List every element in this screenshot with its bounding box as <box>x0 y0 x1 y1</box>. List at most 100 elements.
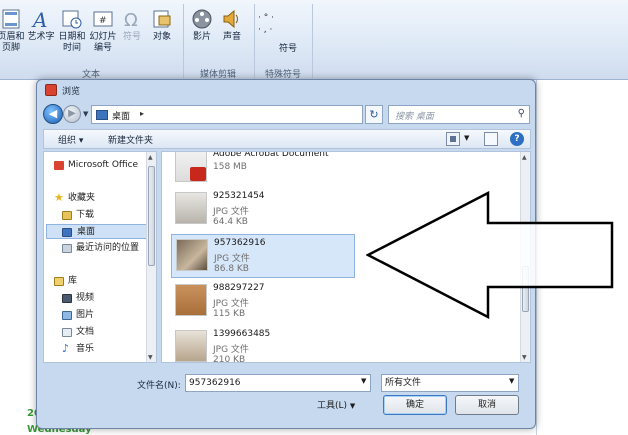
file-name: 957362916 <box>214 238 266 248</box>
object-label: 对象 <box>152 32 171 42</box>
tools-menu[interactable]: 工具(L) ▼ <box>317 398 355 411</box>
svg-text:Ω: Ω <box>124 10 138 30</box>
image-thumbnail <box>176 239 208 271</box>
sound-button[interactable]: 声音 <box>218 8 246 43</box>
file-type-select[interactable]: 所有文件 <box>381 374 519 392</box>
group-separator <box>183 4 184 78</box>
omega-icon: Ω <box>124 10 138 30</box>
nav-item-label: 下载 <box>76 210 95 220</box>
back-arrow-icon[interactable]: ◀ <box>43 104 63 124</box>
header-footer-button[interactable]: 页眉和 页脚 <box>0 8 26 54</box>
nav-item-pictures[interactable]: 图片 <box>44 308 148 323</box>
nav-item-label: Microsoft Office <box>68 160 139 170</box>
header-footer-label: 页眉和 页脚 <box>0 32 25 53</box>
search-placeholder[interactable]: 搜索 桌面 <box>395 109 434 122</box>
file-item-925321454[interactable]: 925321454 JPG 文件 64.4 KB <box>171 188 355 232</box>
nav-item-music[interactable]: ♪ 音乐 <box>44 342 148 357</box>
symbol-button[interactable]: Ω 符号 <box>119 8 145 43</box>
new-folder-button[interactable]: 新建文件夹 <box>108 133 153 146</box>
powerpoint-icon <box>45 84 57 96</box>
ribbon: 页眉和 页脚 A 艺术字 日期和 时间 # 幻灯片 编号 Ω 符号 对象 文本 … <box>0 0 628 80</box>
scroll-down-icon[interactable]: ▼ <box>148 354 153 361</box>
object-button[interactable]: 对象 <box>148 8 176 43</box>
office-icon <box>54 161 64 170</box>
nav-item-desktop[interactable]: 桌面 <box>46 224 150 239</box>
nav-scrollbar[interactable]: ▲ ▼ <box>146 152 156 362</box>
nav-item-microsoft-office[interactable]: Microsoft Office <box>44 158 148 173</box>
filename-dropdown-icon[interactable]: ▼ <box>361 377 366 385</box>
file-type: JPG 文件 <box>213 345 249 355</box>
symbol-dots: · ° · · , · <box>258 13 274 35</box>
file-item-adobe-document[interactable]: Adobe Acrobat Document 158 MB <box>171 151 355 190</box>
music-library-icon: ♪ <box>62 342 70 355</box>
dialog-titlebar[interactable]: 浏览 <box>37 80 535 100</box>
file-name: 1399663485 <box>213 329 271 339</box>
preview-pane-icon[interactable] <box>484 132 498 146</box>
nav-item-downloads[interactable]: 下载 <box>44 208 148 223</box>
file-item-1399663485[interactable]: 1399663485 JPG 文件 210 KB <box>171 326 355 363</box>
filename-input[interactable]: 957362916 <box>185 374 371 392</box>
file-size: 210 KB <box>213 355 246 363</box>
nav-item-favorites[interactable]: ★ 收藏夹 <box>44 191 148 206</box>
slide-number-button[interactable]: # 幻灯片 编号 <box>88 8 118 54</box>
cancel-button[interactable]: 取消 <box>455 395 519 415</box>
date-time-button[interactable]: 日期和 时间 <box>57 8 87 54</box>
special-symbol-label: 符号 <box>278 44 297 54</box>
file-size: 115 KB <box>213 309 246 319</box>
nav-scrollbar-thumb[interactable] <box>148 166 155 266</box>
file-item-957362916[interactable]: 957362916 JPG 文件 86.8 KB <box>171 234 355 278</box>
special-symbol-button[interactable]: 符号 <box>270 44 306 55</box>
file-size: 86.8 KB <box>214 264 249 274</box>
scroll-up-icon[interactable]: ▲ <box>522 154 527 161</box>
header-footer-icon <box>2 9 20 29</box>
nav-item-recent-places[interactable]: 最近访问的位置 <box>44 241 148 256</box>
address-location[interactable]: 桌面 <box>112 109 130 122</box>
nav-item-label: 收藏夹 <box>68 193 96 203</box>
wordart-button[interactable]: A 艺术字 <box>26 8 56 43</box>
help-icon[interactable]: ? <box>510 132 524 146</box>
file-type-dropdown-icon[interactable]: ▼ <box>509 377 514 385</box>
file-type: JPG 文件 <box>214 254 250 264</box>
movie-button[interactable]: 影片 <box>188 8 216 43</box>
file-name: 988297227 <box>213 283 265 293</box>
tools-dropdown-icon: ▼ <box>349 402 356 410</box>
address-bar[interactable]: 桌面 ▸ ▼ <box>91 105 408 124</box>
filename-label: 文件名(N): <box>137 381 181 391</box>
object-icon <box>153 10 171 28</box>
navigation-pane: Microsoft Office ★ 收藏夹 下载 桌面 最近访问的位置 库 视… <box>43 151 157 363</box>
slide-number-label: 幻灯片 编号 <box>89 32 117 53</box>
search-box[interactable]: 搜索 桌面 ⚲ <box>388 105 530 124</box>
file-item-988297227[interactable]: 988297227 JPG 文件 115 KB <box>171 280 355 324</box>
organize-button[interactable]: 组织 ▾ <box>58 133 83 146</box>
group-separator <box>312 4 313 78</box>
recent-places-icon <box>62 244 72 253</box>
view-options-icon[interactable] <box>446 132 460 146</box>
nav-item-label: 视频 <box>76 293 95 303</box>
nav-item-videos[interactable]: 视频 <box>44 291 148 306</box>
date-time-label: 日期和 时间 <box>58 32 86 53</box>
breadcrumb-chevron-icon[interactable]: ▸ <box>140 109 144 118</box>
scroll-up-icon[interactable]: ▲ <box>148 154 153 161</box>
scroll-down-icon[interactable]: ▼ <box>522 354 527 361</box>
film-reel-icon <box>192 9 212 29</box>
file-type: JPG 文件 <box>213 207 249 217</box>
nav-item-libraries[interactable]: 库 <box>44 274 148 289</box>
annotation-arrow-icon <box>366 191 614 319</box>
nav-item-label: 音乐 <box>76 344 95 354</box>
sound-label: 声音 <box>222 32 241 42</box>
file-size: 64.4 KB <box>213 217 248 227</box>
history-dropdown-icon[interactable]: ▼ <box>83 110 88 118</box>
nav-item-label: 桌面 <box>77 227 96 237</box>
movie-label: 影片 <box>192 32 211 42</box>
search-icon[interactable]: ⚲ <box>518 108 525 119</box>
file-size: 158 MB <box>213 162 247 172</box>
star-icon: ★ <box>54 191 64 204</box>
file-name: Adobe Acrobat Document <box>213 151 329 159</box>
navigation-bar: ◀ ▶ ▼ 桌面 ▸ ▼ ↻ 搜索 桌面 ⚲ <box>43 104 531 126</box>
command-bar: 组织 ▾ 新建文件夹 ▼ ? <box>43 129 531 149</box>
refresh-icon[interactable]: ↻ <box>365 105 383 124</box>
nav-item-documents[interactable]: 文档 <box>44 325 148 340</box>
ok-button[interactable]: 确定 <box>383 395 447 415</box>
view-dropdown-icon[interactable]: ▼ <box>464 134 469 142</box>
forward-arrow-icon[interactable]: ▶ <box>63 105 81 123</box>
